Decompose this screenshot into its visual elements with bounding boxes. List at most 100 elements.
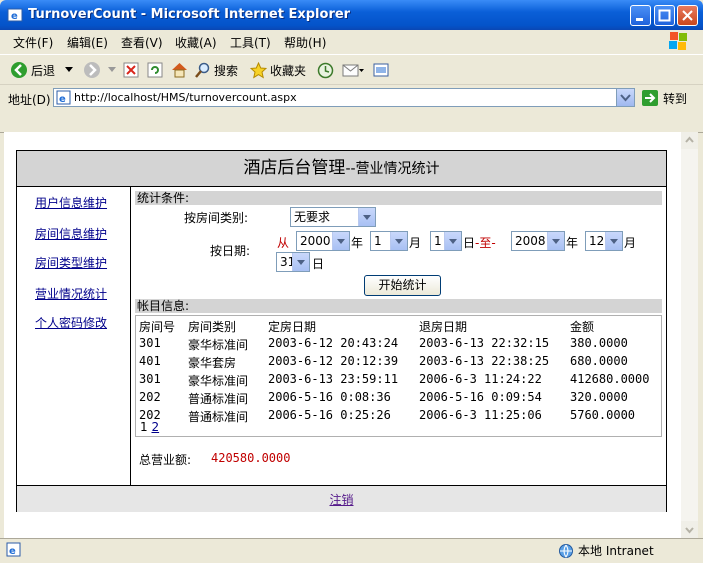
menu-view[interactable]: 查看(V) xyxy=(121,34,163,51)
nav-room-info[interactable]: 房间信息维护 xyxy=(35,225,107,242)
page-header: 酒店后台管理--营业情况统计 xyxy=(17,151,666,187)
cell-booking-date: 2006-5-16 0:25:26 xyxy=(268,408,391,422)
search-button[interactable]: 搜索 xyxy=(195,59,238,81)
go-label: 转到 xyxy=(663,91,688,106)
from-day-value: 1 xyxy=(434,234,442,248)
column-header: 房间号 xyxy=(139,320,176,334)
ie-icon: e xyxy=(7,8,23,22)
pager-link-2[interactable]: 2 xyxy=(151,420,159,434)
cell-checkout-date: 2006-5-16 0:09:54 xyxy=(419,390,542,404)
svg-text:e: e xyxy=(11,11,18,22)
home-button[interactable] xyxy=(171,59,191,81)
cell-amount: 320.0000 xyxy=(570,390,628,404)
logout-link[interactable]: 注销 xyxy=(329,493,353,507)
column-header: 房间类别 xyxy=(188,320,237,334)
forward-dropdown[interactable] xyxy=(108,59,119,81)
page-viewport: 酒店后台管理--营业情况统计 用户信息维护 房间信息维护 房间类型维护 营业情况… xyxy=(4,132,681,538)
month-unit: 月 xyxy=(409,236,422,250)
nav-room-type[interactable]: 房间类型维护 xyxy=(35,254,107,271)
cell-checkout-date: 2006-6-3 11:25:06 xyxy=(419,408,542,422)
address-input[interactable]: e http://localhost/HMS/turnovercount.asp… xyxy=(53,88,635,107)
minimize-button[interactable] xyxy=(630,5,651,26)
cell-room-type: 豪华标准间 xyxy=(188,338,249,352)
intranet-globe-icon xyxy=(559,543,573,558)
cell-booking-date: 2003-6-12 20:12:39 xyxy=(268,354,399,368)
total-value: 420580.0000 xyxy=(211,451,291,465)
back-button[interactable]: 后退 xyxy=(10,59,55,81)
stop-icon xyxy=(123,62,139,78)
cell-amount: 412680.0000 xyxy=(570,372,650,386)
to-day-select[interactable]: 31 xyxy=(276,252,310,272)
print-button[interactable] xyxy=(373,59,392,81)
menu-file[interactable]: 文件(F) xyxy=(13,34,53,51)
table-row: 301 豪华标准间 2003-6-13 23:59:11 2006-6-3 11… xyxy=(136,370,661,388)
cell-room-type: 豪华套房 xyxy=(188,356,237,370)
nav-user-info[interactable]: 用户信息维护 xyxy=(35,194,107,211)
chevron-down-icon xyxy=(547,232,564,250)
vertical-scrollbar[interactable] xyxy=(681,132,698,538)
page-footer: 注销 xyxy=(17,485,666,512)
toolbar: 后退 搜索 收藏夹 xyxy=(0,54,703,85)
mail-button[interactable] xyxy=(342,59,367,81)
security-zone: 本地 Intranet xyxy=(558,542,654,559)
search-label: 搜索 xyxy=(214,63,239,78)
to-year-select[interactable]: 2008 xyxy=(511,231,565,251)
from-month-select[interactable]: 1 xyxy=(370,231,408,251)
to-month-value: 12 xyxy=(589,234,605,248)
cell-room-type: 普通标准间 xyxy=(188,392,249,406)
table-row: 202 普通标准间 2006-5-16 0:25:26 2006-6-3 11:… xyxy=(136,406,661,424)
menu-favorites[interactable]: 收藏(A) xyxy=(175,34,217,51)
windows-logo-icon xyxy=(669,32,687,50)
table-row: 202 普通标准间 2006-5-16 0:08:36 2006-5-16 0:… xyxy=(136,388,661,406)
menu-tools[interactable]: 工具(T) xyxy=(230,34,271,51)
favorites-label: 收藏夹 xyxy=(270,63,307,78)
scroll-up-button[interactable] xyxy=(681,132,698,149)
nav-turnover[interactable]: 营业情况统计 xyxy=(35,285,107,302)
cell-booking-date: 2003-6-13 23:59:11 xyxy=(268,372,399,386)
cell-checkout-date: 2006-6-3 11:24:22 xyxy=(419,372,542,386)
refresh-button[interactable] xyxy=(147,59,166,81)
back-dropdown[interactable] xyxy=(65,59,76,81)
address-dropdown[interactable] xyxy=(616,89,634,106)
nav-password[interactable]: 个人密码修改 xyxy=(35,314,107,331)
year-unit: 年 xyxy=(351,236,364,250)
day-unit: 日 xyxy=(312,257,325,271)
chevron-down-icon xyxy=(605,232,622,250)
back-arrow-icon xyxy=(11,62,27,78)
address-url: http://localhost/HMS/turnovercount.aspx xyxy=(74,91,297,104)
column-header: 退房日期 xyxy=(419,320,468,334)
cell-amount: 680.0000 xyxy=(570,354,628,368)
page-title: 酒店后台管理 xyxy=(243,158,346,178)
window-title: TurnoverCount - Microsoft Internet Explo… xyxy=(28,7,351,22)
from-label: 从 xyxy=(277,236,290,250)
scroll-down-button[interactable] xyxy=(681,521,698,538)
favorites-button[interactable]: 收藏夹 xyxy=(250,59,306,81)
account-section-title: 帐目信息: xyxy=(135,299,662,313)
menu-help[interactable]: 帮助(H) xyxy=(284,34,326,51)
room-type-value: 无要求 xyxy=(294,210,331,224)
history-button[interactable] xyxy=(317,59,337,81)
title-bar: e TurnoverCount - Microsoft Internet Exp… xyxy=(0,0,703,30)
admin-page: 酒店后台管理--营业情况统计 用户信息维护 房间信息维护 房间类型维护 营业情况… xyxy=(16,150,667,512)
maximize-button[interactable] xyxy=(654,5,675,26)
forward-button[interactable] xyxy=(83,59,104,81)
stop-button[interactable] xyxy=(123,59,142,81)
to-month-select[interactable]: 12 xyxy=(585,231,623,251)
maximize-icon xyxy=(658,9,671,22)
room-type-select[interactable]: 无要求 xyxy=(290,207,376,227)
table-row: 401 豪华套房 2003-6-12 20:12:39 2003-6-13 22… xyxy=(136,352,661,370)
minimize-icon xyxy=(636,18,643,21)
column-header: 金额 xyxy=(570,320,595,334)
from-month-value: 1 xyxy=(374,234,382,248)
from-year-select[interactable]: 2000 xyxy=(296,231,350,251)
content-area: 统计条件: 按房间类别: 无要求 按日期: 从 2000 年 1 月 1 日 -… xyxy=(135,187,663,485)
menu-edit[interactable]: 编辑(E) xyxy=(67,34,108,51)
links-gutter xyxy=(0,110,703,133)
left-nav: 用户信息维护 房间信息维护 房间类型维护 营业情况统计 个人密码修改 xyxy=(17,187,131,485)
go-button[interactable]: 转到 xyxy=(641,89,687,107)
close-button[interactable] xyxy=(677,5,698,26)
table-row: 301 豪华标准间 2003-6-12 20:43:24 2003-6-13 2… xyxy=(136,334,661,352)
refresh-icon xyxy=(147,62,163,78)
from-day-select[interactable]: 1 xyxy=(430,231,462,251)
start-stat-button[interactable]: 开始统计 xyxy=(364,275,441,296)
